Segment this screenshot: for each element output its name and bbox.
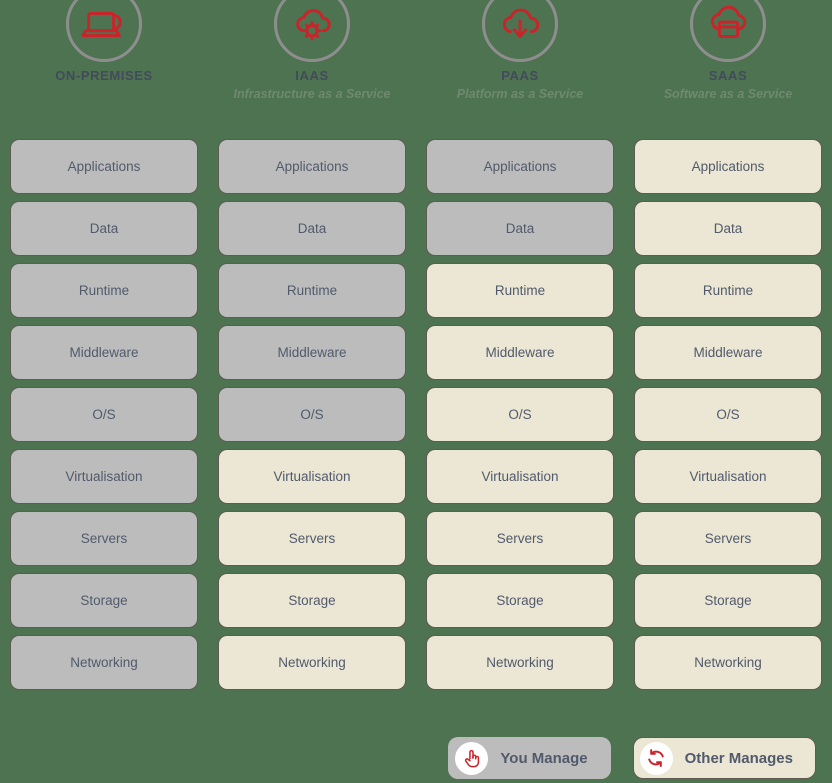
- stack-cell-middleware[interactable]: Middleware: [426, 325, 614, 380]
- cloud-download-icon: [482, 0, 558, 62]
- column-subtitle: Software as a Service: [663, 87, 793, 101]
- stack-column-iaas: Applications Data Runtime Middleware O/S Virt…: [208, 139, 416, 697]
- cloud-responsibility-diagram: ON-PREMISES IAAS Infrastructure as a Servi…: [0, 0, 832, 783]
- stack-cell-data[interactable]: Data: [634, 201, 822, 256]
- stack-cell-runtime[interactable]: Runtime: [10, 263, 198, 318]
- legend-label: You Manage: [500, 749, 588, 767]
- stack-column-saas: Applications Data Runtime Middleware O/S Virt…: [624, 139, 832, 697]
- column-header-on-premises: ON-PREMISES: [0, 0, 208, 132]
- column-title: PAAS: [501, 68, 539, 83]
- stack-cell-servers[interactable]: Servers: [634, 511, 822, 566]
- stack-cell-applications[interactable]: Applications: [218, 139, 406, 194]
- stack-cell-networking[interactable]: Networking: [218, 635, 406, 690]
- stack-cell-applications[interactable]: Applications: [10, 139, 198, 194]
- stack-cell-storage[interactable]: Storage: [218, 573, 406, 628]
- stack-cell-o-s[interactable]: O/S: [10, 387, 198, 442]
- stack-cell-virtualisation[interactable]: Virtualisation: [426, 449, 614, 504]
- legend-label: Other Manages: [684, 749, 793, 767]
- stack-cell-applications[interactable]: Applications: [426, 139, 614, 194]
- refresh-sync-icon: [639, 741, 673, 775]
- stack-cell-applications[interactable]: Applications: [634, 139, 822, 194]
- legend-item-you[interactable]: You Manage: [448, 737, 611, 779]
- stack-cell-servers[interactable]: Servers: [218, 511, 406, 566]
- stack-cell-data[interactable]: Data: [10, 201, 198, 256]
- column-title: ON-PREMISES: [55, 68, 153, 83]
- legend: You Manage Other Manages: [448, 737, 816, 779]
- laptop-server-icon: [66, 0, 142, 62]
- stack-cell-virtualisation[interactable]: Virtualisation: [634, 449, 822, 504]
- column-subtitle: Infrastructure as a Service: [233, 87, 391, 101]
- responsibility-grid: Applications Data Runtime Middleware O/S Virt…: [0, 139, 832, 697]
- column-header-saas: SAAS Software as a Service: [624, 0, 832, 132]
- stack-column-on-premises: Applications Data Runtime Middleware O/S Virt…: [0, 139, 208, 697]
- stack-cell-runtime[interactable]: Runtime: [426, 263, 614, 318]
- stack-cell-middleware[interactable]: Middleware: [634, 325, 822, 380]
- stack-cell-o-s[interactable]: O/S: [426, 387, 614, 442]
- column-title: SAAS: [708, 68, 748, 83]
- stack-cell-servers[interactable]: Servers: [10, 511, 198, 566]
- cloud-window-icon: [690, 0, 766, 62]
- stack-cell-storage[interactable]: Storage: [426, 573, 614, 628]
- stack-cell-data[interactable]: Data: [426, 201, 614, 256]
- legend-item-other[interactable]: Other Manages: [632, 737, 816, 779]
- column-subtitle: Platform as a Service: [456, 87, 584, 101]
- stack-cell-middleware[interactable]: Middleware: [10, 325, 198, 380]
- stack-cell-servers[interactable]: Servers: [426, 511, 614, 566]
- cloud-gear-icon: [274, 0, 350, 62]
- stack-cell-storage[interactable]: Storage: [10, 573, 198, 628]
- stack-column-paas: Applications Data Runtime Middleware O/S Virt…: [416, 139, 624, 697]
- stack-cell-o-s[interactable]: O/S: [634, 387, 822, 442]
- stack-cell-virtualisation[interactable]: Virtualisation: [10, 449, 198, 504]
- pointing-hand-icon: [455, 741, 489, 775]
- column-headers: ON-PREMISES IAAS Infrastructure as a Servi…: [0, 0, 832, 132]
- stack-cell-networking[interactable]: Networking: [10, 635, 198, 690]
- stack-cell-networking[interactable]: Networking: [426, 635, 614, 690]
- stack-cell-runtime[interactable]: Runtime: [218, 263, 406, 318]
- stack-cell-o-s[interactable]: O/S: [218, 387, 406, 442]
- stack-cell-virtualisation[interactable]: Virtualisation: [218, 449, 406, 504]
- column-header-paas: PAAS Platform as a Service: [416, 0, 624, 132]
- stack-cell-runtime[interactable]: Runtime: [634, 263, 822, 318]
- stack-cell-storage[interactable]: Storage: [634, 573, 822, 628]
- stack-cell-networking[interactable]: Networking: [634, 635, 822, 690]
- stack-cell-middleware[interactable]: Middleware: [218, 325, 406, 380]
- stack-cell-data[interactable]: Data: [218, 201, 406, 256]
- column-title: IAAS: [295, 68, 329, 83]
- column-header-iaas: IAAS Infrastructure as a Service: [208, 0, 416, 132]
